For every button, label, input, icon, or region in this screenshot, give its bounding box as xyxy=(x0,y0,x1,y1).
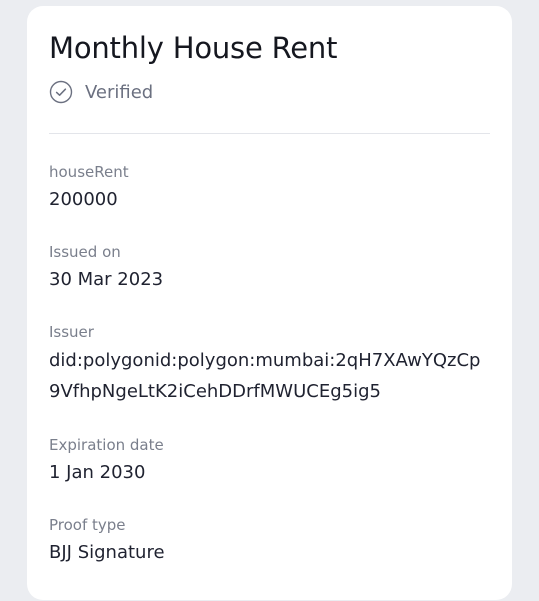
field-value: 30 Mar 2023 xyxy=(49,269,164,290)
field-expiration-date: Expiration date 1 Jan 2030 xyxy=(49,435,490,487)
field-label: Issuer xyxy=(49,323,94,341)
check-circle-icon xyxy=(49,80,73,104)
field-label: Proof type xyxy=(49,516,126,534)
field-label: houseRent xyxy=(49,163,129,181)
field-value: 1 Jan 2030 xyxy=(49,462,146,483)
divider xyxy=(49,133,490,134)
credential-card: Monthly House Rent Verified houseRent 20… xyxy=(27,6,512,600)
status-label: Verified xyxy=(85,81,154,103)
verification-status: Verified xyxy=(49,80,490,104)
field-proof-type: Proof type BJJ Signature xyxy=(49,515,490,567)
field-value: 200000 xyxy=(49,189,118,210)
field-issued-on: Issued on 30 Mar 2023 xyxy=(49,242,490,294)
credential-title: Monthly House Rent xyxy=(49,31,338,65)
field-issuer: Issuer did:polygonid:polygon:mumbai:2qH7… xyxy=(49,322,490,407)
field-value: did:polygonid:polygon:mumbai:2qH7XAwYQzC… xyxy=(49,350,481,402)
field-value: BJJ Signature xyxy=(49,542,165,563)
field-label: Expiration date xyxy=(49,436,164,454)
field-label: Issued on xyxy=(49,243,121,261)
field-house-rent: houseRent 200000 xyxy=(49,162,490,214)
